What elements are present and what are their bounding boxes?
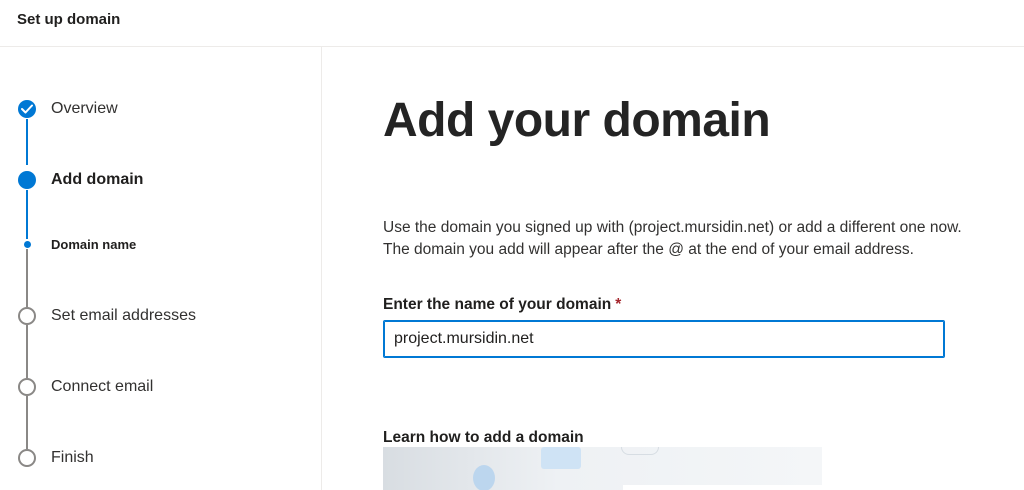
domain-name-input[interactable] (383, 320, 945, 358)
step-connector (26, 325, 28, 378)
step-finish: Finish (51, 449, 94, 466)
main-content: Add your domain Use the domain you signe… (323, 47, 1024, 490)
required-marker: * (615, 296, 622, 313)
description-line-1: Use the domain you signed up with (proje… (383, 219, 962, 236)
domain-field-label: Enter the name of your domain * (383, 296, 621, 314)
step-connect-email: Connect email (51, 378, 154, 395)
top-bar: Set up domain (0, 0, 1024, 47)
page-title: Set up domain (17, 11, 121, 28)
substep-indicator (24, 241, 31, 248)
domain-field-label-text: Enter the name of your domain (383, 296, 612, 313)
step-todo-indicator (18, 378, 36, 396)
learn-heading: Learn how to add a domain (383, 429, 584, 446)
step-current-indicator (18, 171, 36, 189)
wizard-steps-sidebar: Overview Add domain Domain name Set emai… (0, 47, 322, 490)
step-overview[interactable]: Overview (51, 100, 118, 118)
step-add-domain[interactable]: Add domain (51, 171, 143, 189)
substep-domain-name[interactable]: Domain name (51, 237, 136, 252)
step-connector (26, 190, 28, 239)
step-connector (26, 119, 28, 165)
description-line-2: The domain you add will appear after the… (383, 241, 914, 258)
description: Use the domain you signed up with (proje… (383, 217, 1023, 261)
step-todo-indicator (18, 449, 36, 467)
step-connector (26, 249, 28, 307)
video-thumbnail[interactable] (383, 447, 822, 490)
checkmark-icon (21, 104, 33, 114)
step-connector (26, 396, 28, 449)
step-set-email-addresses: Set email addresses (51, 307, 196, 324)
step-todo-indicator (18, 307, 36, 325)
step-done-indicator (18, 100, 36, 118)
section-heading: Add your domain (383, 94, 771, 147)
